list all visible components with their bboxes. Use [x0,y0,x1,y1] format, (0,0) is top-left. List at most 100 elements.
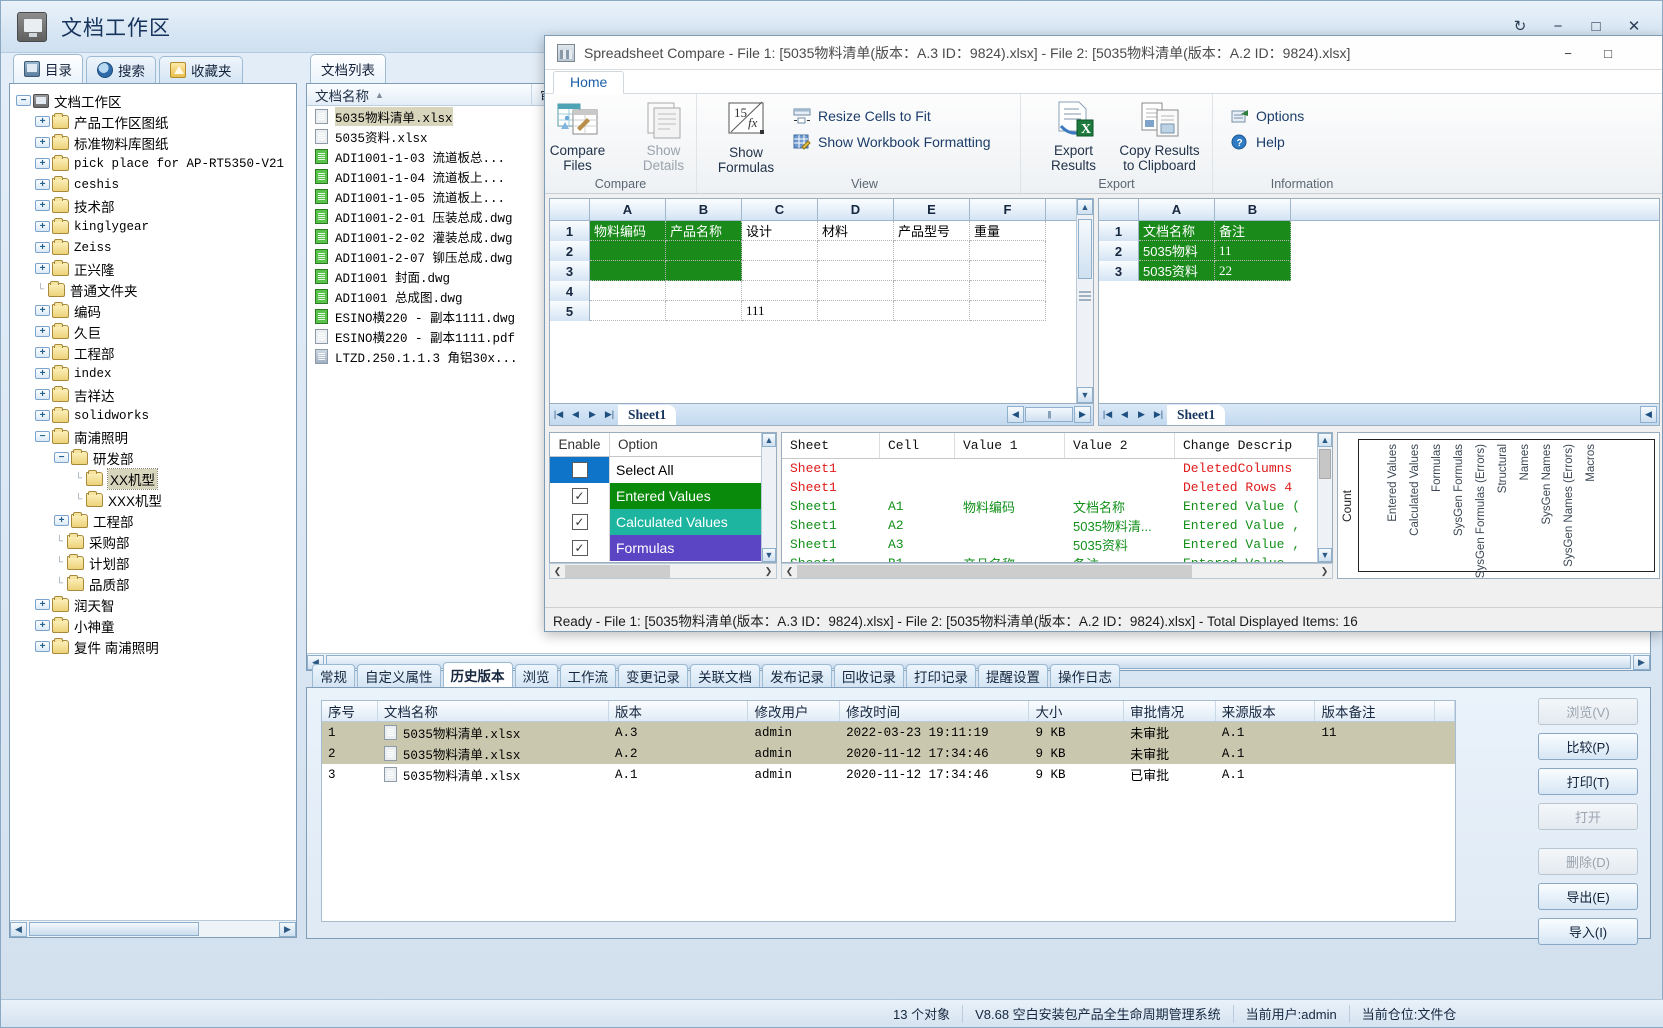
last-sheet-icon[interactable]: ▶| [1150,406,1167,423]
ribbon-tab-home[interactable]: Home [553,71,624,94]
grid-file1-column-header[interactable]: B [666,199,742,220]
history-table-row[interactable]: 25035物料清单.xlsxA.2admin2020-11-12 17:34:4… [322,743,1455,764]
options-vertical-scrollbar[interactable]: ▲ ▼ [761,433,776,562]
history-column-header[interactable]: 版本 [609,701,749,721]
detail-tab[interactable]: 浏览 [515,664,558,687]
collapse-icon[interactable]: − [54,452,69,463]
scroll-right-icon[interactable]: ❯ [1317,566,1332,577]
last-sheet-icon[interactable]: ▶| [601,406,618,423]
detail-tab[interactable]: 历史版本 [443,662,513,687]
grid-file2-column-header[interactable]: B [1215,199,1291,220]
grid-file1-cell[interactable] [818,301,894,321]
grid-file1-cell[interactable] [894,241,970,261]
detail-tab[interactable]: 变更记录 [618,664,688,687]
sheet-scroll-right-icon[interactable]: ◀ [1640,406,1657,423]
history-column-header[interactable]: 修改用户 [748,701,840,721]
grid-file1-cell[interactable] [666,281,742,301]
detail-tab[interactable]: 发布记录 [762,664,832,687]
grid-file1-column-header[interactable]: E [894,199,970,220]
tab-document-list[interactable]: 文档列表 [310,54,386,83]
detail-tab[interactable]: 提醒设置 [978,664,1048,687]
tab-favorites[interactable]: 收藏夹 [159,56,243,83]
sheet-scroll-thumb[interactable]: ||| [1025,407,1073,422]
grid-file1-cell[interactable]: 111 [742,301,818,321]
tree-node[interactable]: +技术部 [14,195,296,216]
expand-icon[interactable]: + [35,179,50,190]
grid-file1-column-header[interactable]: F [970,199,1046,220]
sheet-tab-file1[interactable]: Sheet1 [618,405,676,425]
sheet-tab-file2[interactable]: Sheet1 [1167,405,1225,425]
grid-file1-column-header[interactable]: C [742,199,818,220]
option-enable-cell[interactable] [550,457,610,483]
next-sheet-icon[interactable]: ▶ [1133,406,1150,423]
scroll-thumb[interactable] [1078,219,1092,279]
expand-icon[interactable]: + [35,326,50,337]
tree-node[interactable]: +kinglygear [14,216,296,237]
expand-icon[interactable]: + [35,641,50,652]
grid-file2-row-header[interactable]: 3 [1099,261,1139,281]
scroll-up-icon[interactable]: ▲ [1077,199,1093,215]
option-checkbox[interactable] [572,462,588,478]
grid-file1-column-header[interactable]: D [818,199,894,220]
history-column-header[interactable]: 文档名称 [378,701,609,721]
grid-file2-column-header[interactable]: A [1139,199,1215,220]
grid-file1-cell[interactable] [666,301,742,321]
results-row[interactable]: Sheet1B1产品名称备注Entered Value , [782,554,1332,563]
history-column-header[interactable] [1435,701,1455,721]
show-formulas-button[interactable]: 15 fx ShowFormulas [703,94,789,175]
compare-minimize-button[interactable]: − [1548,41,1588,65]
option-enable-cell[interactable]: ✓ [550,509,610,535]
tab-directory[interactable]: 目录 [13,54,83,83]
expand-icon[interactable]: + [35,368,50,379]
scroll-thumb[interactable] [1319,449,1331,479]
tree-node[interactable]: +pick place for AP-RT5350-V21 [14,153,296,174]
results-column-header[interactable]: Sheet [782,433,880,458]
prev-sheet-icon[interactable]: ◀ [567,406,584,423]
detail-tab[interactable]: 回收记录 [834,664,904,687]
grid-file2-cell[interactable]: 文档名称 [1139,221,1215,241]
scroll-thumb[interactable] [797,565,1192,578]
option-row[interactable]: ✓Calculated Values [550,509,776,535]
grid-file1-cell[interactable] [590,261,666,281]
grid-file1-sheet-tabs[interactable]: |◀ ◀ ▶ ▶| Sheet1 ◀ ||| ▶ [549,404,1094,426]
history-column-header[interactable]: 审批情况 [1124,701,1216,721]
tree-node[interactable]: +标准物料库图纸 [14,132,296,153]
export-results-button[interactable]: X ExportResults [1031,94,1117,173]
grid-file1-cell[interactable] [818,261,894,281]
option-checkbox[interactable]: ✓ [572,514,588,530]
grid-file1-cell[interactable] [666,261,742,281]
grid-file1-vertical-scrollbar[interactable]: ▲ ▼ [1076,199,1093,403]
history-column-header[interactable]: 序号 [322,701,378,721]
tree-node[interactable]: └普通文件夹 [14,279,296,300]
history-column-header[interactable]: 大小 [1029,701,1124,721]
history-column-header[interactable]: 来源版本 [1216,701,1316,721]
detail-tab[interactable]: 自定义属性 [357,664,441,687]
grid-file1-column-header[interactable]: A [590,199,666,220]
next-sheet-icon[interactable]: ▶ [584,406,601,423]
sheet-scroll-left-icon[interactable]: ◀ [1007,406,1024,423]
results-row[interactable]: Sheet1A35035资料Entered Value , [782,535,1332,554]
option-enable-cell[interactable]: ✓ [550,535,610,561]
results-column-header[interactable]: Cell [880,433,955,458]
detail-tab[interactable]: 操作日志 [1050,664,1120,687]
grid-file1-cell[interactable] [970,301,1046,321]
grid-file1-cell[interactable]: 产品型号 [894,221,970,241]
grid-file1-cell[interactable] [590,281,666,301]
help-button[interactable]: ? Help [1227,129,1304,155]
tree-node[interactable]: +润天智 [14,594,296,615]
tree-node[interactable]: +solidworks [14,405,296,426]
grid-file2-row-header[interactable]: 1 [1099,221,1139,241]
grid-file1-cell[interactable] [742,261,818,281]
results-row[interactable]: Sheet1Deleted Rows 4 [782,478,1332,497]
grid-file1-cell[interactable]: 设计 [742,221,818,241]
expand-icon[interactable]: + [35,200,50,211]
expand-icon[interactable]: + [35,305,50,316]
grid-file1-cell[interactable] [970,281,1046,301]
scroll-right-icon[interactable]: ▶ [279,922,296,937]
grid-file2-cell[interactable]: 5035物料 [1139,241,1215,261]
scroll-left-icon[interactable]: ◀ [10,922,27,937]
options-button[interactable]: Options [1227,103,1304,129]
detail-button-2[interactable]: 打印(T) [1538,768,1638,795]
history-table-row[interactable]: 15035物料清单.xlsxA.3admin2022-03-23 19:11:1… [322,722,1455,743]
show-details-button[interactable]: ShowDetails [621,94,707,173]
